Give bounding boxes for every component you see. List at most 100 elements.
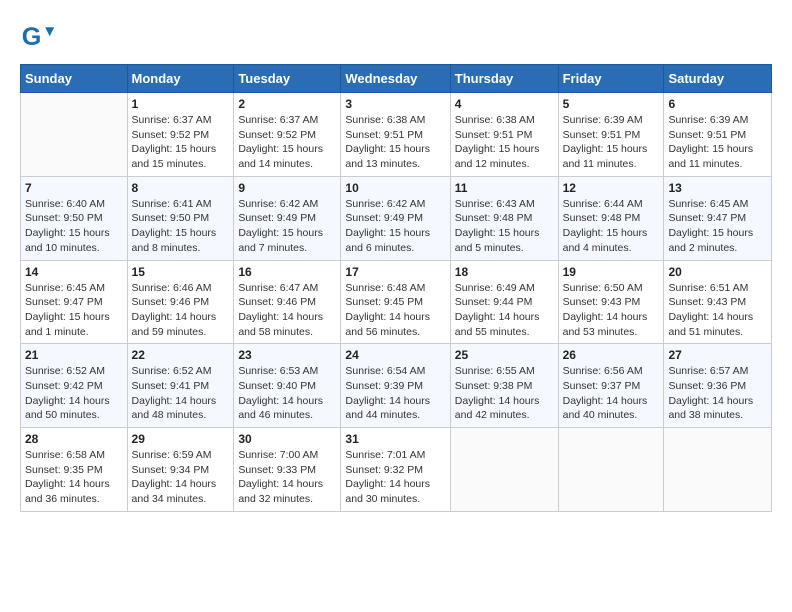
day-info: Sunrise: 6:42 AM Sunset: 9:49 PM Dayligh… xyxy=(345,197,445,256)
day-number: 25 xyxy=(455,348,554,362)
calendar-day-cell: 29 Sunrise: 6:59 AM Sunset: 9:34 PM Dayli… xyxy=(127,428,234,512)
calendar-day-cell: 14Sunrise: 6:45 AM Sunset: 9:47 PM Dayli… xyxy=(21,260,128,344)
day-number: 4 xyxy=(455,97,554,111)
calendar-day-cell: 27 Sunrise: 6:57 AM Sunset: 9:36 PM Dayli… xyxy=(664,344,772,428)
calendar-week-row: 7 Sunrise: 6:40 AM Sunset: 9:50 PM Daylig… xyxy=(21,176,772,260)
calendar-day-cell: 8 Sunrise: 6:41 AM Sunset: 9:50 PM Daylig… xyxy=(127,176,234,260)
calendar-day-cell: 28 Sunrise: 6:58 AM Sunset: 9:35 PM Dayli… xyxy=(21,428,128,512)
day-info: Sunrise: 6:38 AM Sunset: 9:51 PM Dayligh… xyxy=(345,113,445,172)
day-info: Sunrise: 6:43 AM Sunset: 9:48 PM Dayligh… xyxy=(455,197,554,256)
calendar-day-cell: 17Sunrise: 6:48 AM Sunset: 9:45 PM Dayli… xyxy=(341,260,450,344)
day-number: 7 xyxy=(25,181,123,195)
day-info: Sunrise: 6:53 AM Sunset: 9:40 PM Dayligh… xyxy=(238,364,336,423)
calendar-day-cell: 9 Sunrise: 6:42 AM Sunset: 9:49 PM Daylig… xyxy=(234,176,341,260)
day-of-week-header: Sunday xyxy=(21,65,128,93)
day-of-week-header: Tuesday xyxy=(234,65,341,93)
calendar-day-cell: 23 Sunrise: 6:53 AM Sunset: 9:40 PM Dayli… xyxy=(234,344,341,428)
calendar-day-cell: 26Sunrise: 6:56 AM Sunset: 9:37 PM Dayli… xyxy=(558,344,664,428)
calendar-day-cell: 19Sunrise: 6:50 AM Sunset: 9:43 PM Dayli… xyxy=(558,260,664,344)
day-info: Sunrise: 6:45 AM Sunset: 9:47 PM Dayligh… xyxy=(668,197,767,256)
day-number: 13 xyxy=(668,181,767,195)
calendar-day-cell: 10 Sunrise: 6:42 AM Sunset: 9:49 PM Dayli… xyxy=(341,176,450,260)
calendar-day-cell: 22 Sunrise: 6:52 AM Sunset: 9:41 PM Dayli… xyxy=(127,344,234,428)
day-number: 27 xyxy=(668,348,767,362)
calendar-day-cell: 1 Sunrise: 6:37 AM Sunset: 9:52 PM Daylig… xyxy=(127,93,234,177)
day-number: 28 xyxy=(25,432,123,446)
day-number: 30 xyxy=(238,432,336,446)
calendar-day-cell xyxy=(21,93,128,177)
day-number: 29 xyxy=(132,432,230,446)
logo: G xyxy=(20,20,60,56)
calendar-week-row: 1 Sunrise: 6:37 AM Sunset: 9:52 PM Daylig… xyxy=(21,93,772,177)
day-number: 3 xyxy=(345,97,445,111)
day-info: Sunrise: 6:45 AM Sunset: 9:47 PM Dayligh… xyxy=(25,281,123,340)
day-number: 16 xyxy=(238,265,336,279)
calendar-day-cell: 13 Sunrise: 6:45 AM Sunset: 9:47 PM Dayli… xyxy=(664,176,772,260)
day-info: Sunrise: 6:44 AM Sunset: 9:48 PM Dayligh… xyxy=(563,197,660,256)
calendar-day-cell: 18 Sunrise: 6:49 AM Sunset: 9:44 PM Dayli… xyxy=(450,260,558,344)
day-of-week-header: Monday xyxy=(127,65,234,93)
calendar-day-cell: 25 Sunrise: 6:55 AM Sunset: 9:38 PM Dayli… xyxy=(450,344,558,428)
calendar-day-cell: 31Sunrise: 7:01 AM Sunset: 9:32 PM Dayli… xyxy=(341,428,450,512)
day-number: 23 xyxy=(238,348,336,362)
day-info: Sunrise: 6:54 AM Sunset: 9:39 PM Dayligh… xyxy=(345,364,445,423)
day-info: Sunrise: 6:39 AM Sunset: 9:51 PM Dayligh… xyxy=(668,113,767,172)
day-info: Sunrise: 6:59 AM Sunset: 9:34 PM Dayligh… xyxy=(132,448,230,507)
day-number: 9 xyxy=(238,181,336,195)
day-info: Sunrise: 6:40 AM Sunset: 9:50 PM Dayligh… xyxy=(25,197,123,256)
day-number: 19 xyxy=(563,265,660,279)
day-number: 12 xyxy=(563,181,660,195)
calendar-day-cell: 7 Sunrise: 6:40 AM Sunset: 9:50 PM Daylig… xyxy=(21,176,128,260)
day-info: Sunrise: 6:55 AM Sunset: 9:38 PM Dayligh… xyxy=(455,364,554,423)
calendar-week-row: 28 Sunrise: 6:58 AM Sunset: 9:35 PM Dayli… xyxy=(21,428,772,512)
calendar-day-cell xyxy=(450,428,558,512)
calendar-week-row: 21 Sunrise: 6:52 AM Sunset: 9:42 PM Dayli… xyxy=(21,344,772,428)
calendar-day-cell: 2Sunrise: 6:37 AM Sunset: 9:52 PM Daylig… xyxy=(234,93,341,177)
day-number: 21 xyxy=(25,348,123,362)
day-info: Sunrise: 6:46 AM Sunset: 9:46 PM Dayligh… xyxy=(132,281,230,340)
calendar-day-cell: 4 Sunrise: 6:38 AM Sunset: 9:51 PM Daylig… xyxy=(450,93,558,177)
day-number: 24 xyxy=(345,348,445,362)
day-number: 1 xyxy=(132,97,230,111)
day-number: 15 xyxy=(132,265,230,279)
day-info: Sunrise: 6:51 AM Sunset: 9:43 PM Dayligh… xyxy=(668,281,767,340)
logo-icon: G xyxy=(20,20,56,56)
calendar-table: SundayMondayTuesdayWednesdayThursdayFrid… xyxy=(20,64,772,512)
calendar-week-row: 14Sunrise: 6:45 AM Sunset: 9:47 PM Dayli… xyxy=(21,260,772,344)
day-info: Sunrise: 6:37 AM Sunset: 9:52 PM Dayligh… xyxy=(132,113,230,172)
day-number: 11 xyxy=(455,181,554,195)
day-info: Sunrise: 6:47 AM Sunset: 9:46 PM Dayligh… xyxy=(238,281,336,340)
day-of-week-header: Friday xyxy=(558,65,664,93)
day-info: Sunrise: 6:49 AM Sunset: 9:44 PM Dayligh… xyxy=(455,281,554,340)
day-number: 10 xyxy=(345,181,445,195)
calendar-day-cell: 16 Sunrise: 6:47 AM Sunset: 9:46 PM Dayli… xyxy=(234,260,341,344)
day-info: Sunrise: 6:48 AM Sunset: 9:45 PM Dayligh… xyxy=(345,281,445,340)
day-info: Sunrise: 6:38 AM Sunset: 9:51 PM Dayligh… xyxy=(455,113,554,172)
calendar-day-cell: 12 Sunrise: 6:44 AM Sunset: 9:48 PM Dayli… xyxy=(558,176,664,260)
calendar-day-cell: 21 Sunrise: 6:52 AM Sunset: 9:42 PM Dayli… xyxy=(21,344,128,428)
day-info: Sunrise: 6:58 AM Sunset: 9:35 PM Dayligh… xyxy=(25,448,123,507)
svg-text:G: G xyxy=(22,23,42,51)
day-info: Sunrise: 6:52 AM Sunset: 9:42 PM Dayligh… xyxy=(25,364,123,423)
calendar-day-cell: 5 Sunrise: 6:39 AM Sunset: 9:51 PM Daylig… xyxy=(558,93,664,177)
day-number: 22 xyxy=(132,348,230,362)
day-info: Sunrise: 6:52 AM Sunset: 9:41 PM Dayligh… xyxy=(132,364,230,423)
calendar-day-cell xyxy=(558,428,664,512)
day-info: Sunrise: 6:39 AM Sunset: 9:51 PM Dayligh… xyxy=(563,113,660,172)
day-info: Sunrise: 6:41 AM Sunset: 9:50 PM Dayligh… xyxy=(132,197,230,256)
day-info: Sunrise: 6:42 AM Sunset: 9:49 PM Dayligh… xyxy=(238,197,336,256)
calendar-day-cell: 11 Sunrise: 6:43 AM Sunset: 9:48 PM Dayli… xyxy=(450,176,558,260)
page-header: G xyxy=(20,20,772,56)
calendar-day-cell: 24 Sunrise: 6:54 AM Sunset: 9:39 PM Dayli… xyxy=(341,344,450,428)
day-info: Sunrise: 6:57 AM Sunset: 9:36 PM Dayligh… xyxy=(668,364,767,423)
day-number: 5 xyxy=(563,97,660,111)
calendar-day-cell: 30Sunrise: 7:00 AM Sunset: 9:33 PM Dayli… xyxy=(234,428,341,512)
day-number: 26 xyxy=(563,348,660,362)
calendar-day-cell xyxy=(664,428,772,512)
calendar-day-cell: 15 Sunrise: 6:46 AM Sunset: 9:46 PM Dayli… xyxy=(127,260,234,344)
day-number: 18 xyxy=(455,265,554,279)
calendar-day-cell: 6Sunrise: 6:39 AM Sunset: 9:51 PM Daylig… xyxy=(664,93,772,177)
day-number: 8 xyxy=(132,181,230,195)
day-number: 2 xyxy=(238,97,336,111)
calendar-day-cell: 20Sunrise: 6:51 AM Sunset: 9:43 PM Dayli… xyxy=(664,260,772,344)
